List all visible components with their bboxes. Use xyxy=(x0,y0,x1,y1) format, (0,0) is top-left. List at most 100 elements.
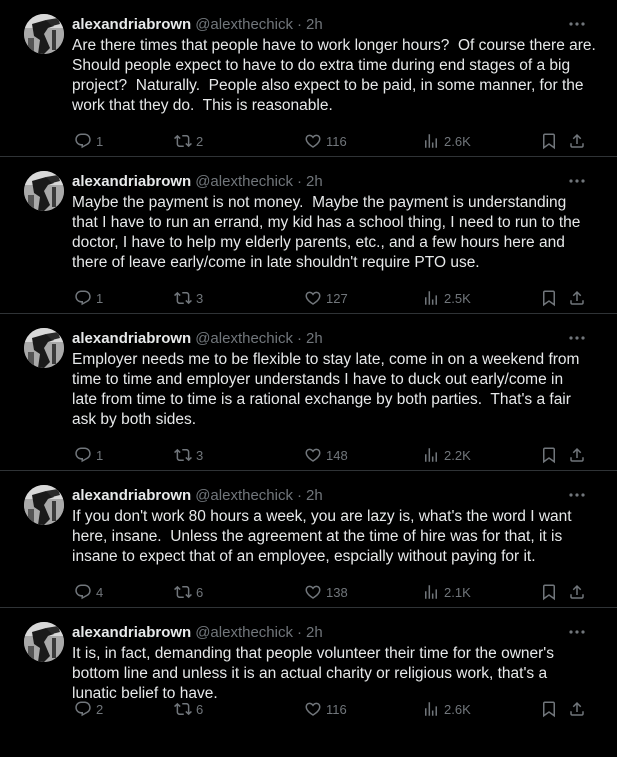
share-icon xyxy=(568,132,586,150)
tweet[interactable]: alexandriabrown @alexthechick · 2h Emplo… xyxy=(0,314,617,471)
like-icon xyxy=(304,132,322,150)
tweet-actions: 4 6 138 2.1K xyxy=(72,581,601,603)
user-handle[interactable]: @alexthechick xyxy=(195,487,293,504)
more-icon[interactable] xyxy=(567,485,587,505)
share-icon xyxy=(568,583,586,601)
display-name[interactable]: alexandriabrown xyxy=(72,624,191,641)
reply-button[interactable]: 1 xyxy=(74,130,103,152)
share-button[interactable] xyxy=(568,698,586,720)
like-count: 138 xyxy=(326,584,348,600)
separator-dot: · xyxy=(296,486,302,504)
bookmark-button[interactable] xyxy=(540,130,558,152)
views-button[interactable]: 2.2K xyxy=(422,444,471,466)
separator-dot: · xyxy=(296,329,302,347)
share-button[interactable] xyxy=(568,444,586,466)
display-name[interactable]: alexandriabrown xyxy=(72,173,191,190)
avatar[interactable] xyxy=(24,328,64,368)
repost-button[interactable]: 6 xyxy=(174,581,203,603)
views-button[interactable]: 2.6K xyxy=(422,130,471,152)
share-icon xyxy=(568,289,586,307)
avatar-image xyxy=(24,328,64,368)
repost-count: 6 xyxy=(196,701,204,717)
reply-button[interactable]: 2 xyxy=(74,698,103,720)
bookmark-button[interactable] xyxy=(540,444,558,466)
bookmark-button[interactable] xyxy=(540,698,558,720)
reply-button[interactable]: 1 xyxy=(74,444,103,466)
like-icon xyxy=(304,446,322,464)
tweet-header: alexandriabrown @alexthechick · 2h xyxy=(72,171,601,191)
tweet-header: alexandriabrown @alexthechick · 2h xyxy=(72,328,601,348)
more-icon[interactable] xyxy=(567,328,587,348)
views-count: 2.1K xyxy=(444,584,471,600)
bookmark-icon xyxy=(540,289,558,307)
reply-count: 1 xyxy=(96,133,104,149)
more-icon[interactable] xyxy=(567,171,587,191)
reply-icon xyxy=(74,583,92,601)
bookmark-button[interactable] xyxy=(540,287,558,309)
tweet[interactable]: alexandriabrown @alexthechick · 2h It is… xyxy=(0,608,617,757)
views-button[interactable]: 2.1K xyxy=(422,581,471,603)
share-icon xyxy=(568,446,586,464)
bookmark-icon xyxy=(540,583,558,601)
repost-button[interactable]: 3 xyxy=(174,444,203,466)
user-handle[interactable]: @alexthechick xyxy=(195,330,293,347)
like-button[interactable]: 138 xyxy=(304,581,348,603)
reply-icon xyxy=(74,132,92,150)
bookmark-icon xyxy=(540,132,558,150)
timestamp[interactable]: 2h xyxy=(306,330,323,347)
reply-button[interactable]: 4 xyxy=(74,581,103,603)
tweet[interactable]: alexandriabrown @alexthechick · 2h If yo… xyxy=(0,471,617,608)
display-name[interactable]: alexandriabrown xyxy=(72,330,191,347)
retweet-icon xyxy=(174,700,192,718)
share-button[interactable] xyxy=(568,130,586,152)
tweet[interactable]: alexandriabrown @alexthechick · 2h Maybe… xyxy=(0,157,617,314)
views-icon xyxy=(422,446,440,464)
more-icon[interactable] xyxy=(567,622,587,642)
more-icon[interactable] xyxy=(567,14,587,34)
like-button[interactable]: 127 xyxy=(304,287,348,309)
user-handle[interactable]: @alexthechick xyxy=(195,16,293,33)
like-count: 116 xyxy=(326,133,347,149)
reply-button[interactable]: 1 xyxy=(74,287,103,309)
like-button[interactable]: 116 xyxy=(304,130,347,152)
display-name[interactable]: alexandriabrown xyxy=(72,16,191,33)
tweet[interactable]: alexandriabrown @alexthechick · 2h Are t… xyxy=(0,0,617,157)
avatar[interactable] xyxy=(24,485,64,525)
tweet-text: Maybe the payment is not money. Maybe th… xyxy=(72,194,581,271)
bookmark-button[interactable] xyxy=(540,581,558,603)
like-button[interactable]: 116 xyxy=(304,698,347,720)
reply-count: 4 xyxy=(96,584,104,600)
repost-button[interactable]: 3 xyxy=(174,287,203,309)
repost-count: 6 xyxy=(196,584,204,600)
tweet-text: Are there times that people have to work… xyxy=(72,37,596,114)
repost-count: 2 xyxy=(196,133,204,149)
retweet-icon xyxy=(174,132,192,150)
avatar[interactable] xyxy=(24,171,64,211)
repost-button[interactable]: 6 xyxy=(174,698,203,720)
avatar[interactable] xyxy=(24,622,64,662)
avatar-image xyxy=(24,485,64,525)
user-handle[interactable]: @alexthechick xyxy=(195,173,293,190)
like-button[interactable]: 148 xyxy=(304,444,348,466)
timestamp[interactable]: 2h xyxy=(306,173,323,190)
like-icon xyxy=(304,583,322,601)
like-icon xyxy=(304,700,322,718)
display-name[interactable]: alexandriabrown xyxy=(72,487,191,504)
share-button[interactable] xyxy=(568,581,586,603)
timestamp[interactable]: 2h xyxy=(306,487,323,504)
repost-button[interactable]: 2 xyxy=(174,130,203,152)
views-button[interactable]: 2.5K xyxy=(422,287,471,309)
share-button[interactable] xyxy=(568,287,586,309)
timestamp[interactable]: 2h xyxy=(306,624,323,641)
user-handle[interactable]: @alexthechick xyxy=(195,624,293,641)
like-count: 116 xyxy=(326,701,347,717)
reply-count: 1 xyxy=(96,447,104,463)
avatar[interactable] xyxy=(24,14,64,54)
retweet-icon xyxy=(174,289,192,307)
like-icon xyxy=(304,289,322,307)
timestamp[interactable]: 2h xyxy=(306,16,323,33)
views-button[interactable]: 2.6K xyxy=(422,698,471,720)
retweet-icon xyxy=(174,583,192,601)
avatar-image xyxy=(24,622,64,662)
reply-count: 2 xyxy=(96,701,104,717)
